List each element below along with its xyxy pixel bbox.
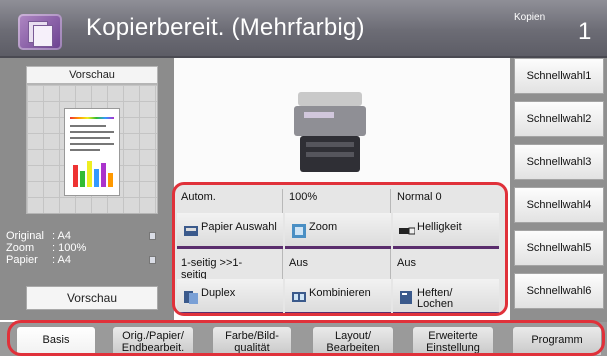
zoom-icon — [292, 224, 306, 238]
function-paper-selection: Autom. Papier Auswahl — [177, 187, 283, 251]
duplex-icon — [184, 291, 198, 304]
duplex-button[interactable]: Duplex — [177, 279, 283, 313]
copies-label: Kopien — [514, 12, 546, 23]
zoom-button[interactable]: Zoom — [285, 213, 391, 249]
brightness-icon — [399, 227, 415, 235]
function-zoom: 100% Zoom — [285, 187, 391, 251]
duplex-value: 1-seitig >>1-seitig — [181, 257, 243, 281]
copies-count[interactable]: 1 — [578, 18, 591, 46]
brightness-value: Normal 0 — [397, 191, 442, 203]
quick-settings-panel: Autom. Papier Auswahl 100% Zoom Normal 0… — [172, 182, 508, 316]
combine-value: Aus — [289, 257, 308, 269]
staple-punch-value: Aus — [397, 257, 416, 269]
document-info: Original: A4 Zoom: 100% Papier: A4 — [6, 230, 156, 266]
info-paper: Papier: A4 — [6, 254, 156, 266]
quick-key-2[interactable]: Schnellwahl2 — [514, 101, 604, 137]
preview-thumbnail — [64, 108, 120, 196]
preview-button[interactable]: Vorschau — [26, 286, 158, 310]
paper-tray-icon — [184, 226, 198, 236]
staple-punch-button[interactable]: Heften/ Lochen — [393, 279, 499, 313]
staple-icon — [400, 291, 412, 304]
copier-illustration — [294, 92, 366, 172]
combine-button[interactable]: Kombinieren — [285, 279, 391, 313]
quick-key-6[interactable]: Schnellwahl6 — [514, 273, 604, 309]
preview-title: Vorschau — [26, 66, 158, 84]
copy-app-icon[interactable] — [18, 14, 62, 50]
function-duplex: 1-seitig >>1-seitig Duplex — [177, 253, 283, 313]
quick-key-1[interactable]: Schnellwahl1 — [514, 58, 604, 94]
function-combine: Aus Kombinieren — [285, 253, 391, 313]
tab-highlight-frame — [7, 320, 605, 356]
quick-key-5[interactable]: Schnellwahl5 — [514, 230, 604, 266]
quick-key-4[interactable]: Schnellwahl4 — [514, 187, 604, 223]
combine-icon — [292, 292, 306, 302]
header-bar: Kopierbereit. (Mehrfarbig) Kopien 1 — [0, 0, 607, 58]
info-zoom: Zoom: 100% — [6, 242, 87, 254]
quick-key-3[interactable]: Schnellwahl3 — [514, 144, 604, 180]
paper-selection-button[interactable]: Papier Auswahl — [177, 213, 283, 249]
zoom-value: 100% — [289, 191, 318, 203]
info-original: Original: A4 — [6, 230, 156, 242]
status-title: Kopierbereit. (Mehrfarbig) — [86, 14, 365, 41]
paper-selection-value: Autom. — [181, 191, 216, 203]
function-staple-punch: Aus Heften/ Lochen — [393, 253, 499, 313]
function-brightness: Normal 0 Helligkeit — [393, 187, 499, 251]
brightness-button[interactable]: Helligkeit — [393, 213, 499, 249]
